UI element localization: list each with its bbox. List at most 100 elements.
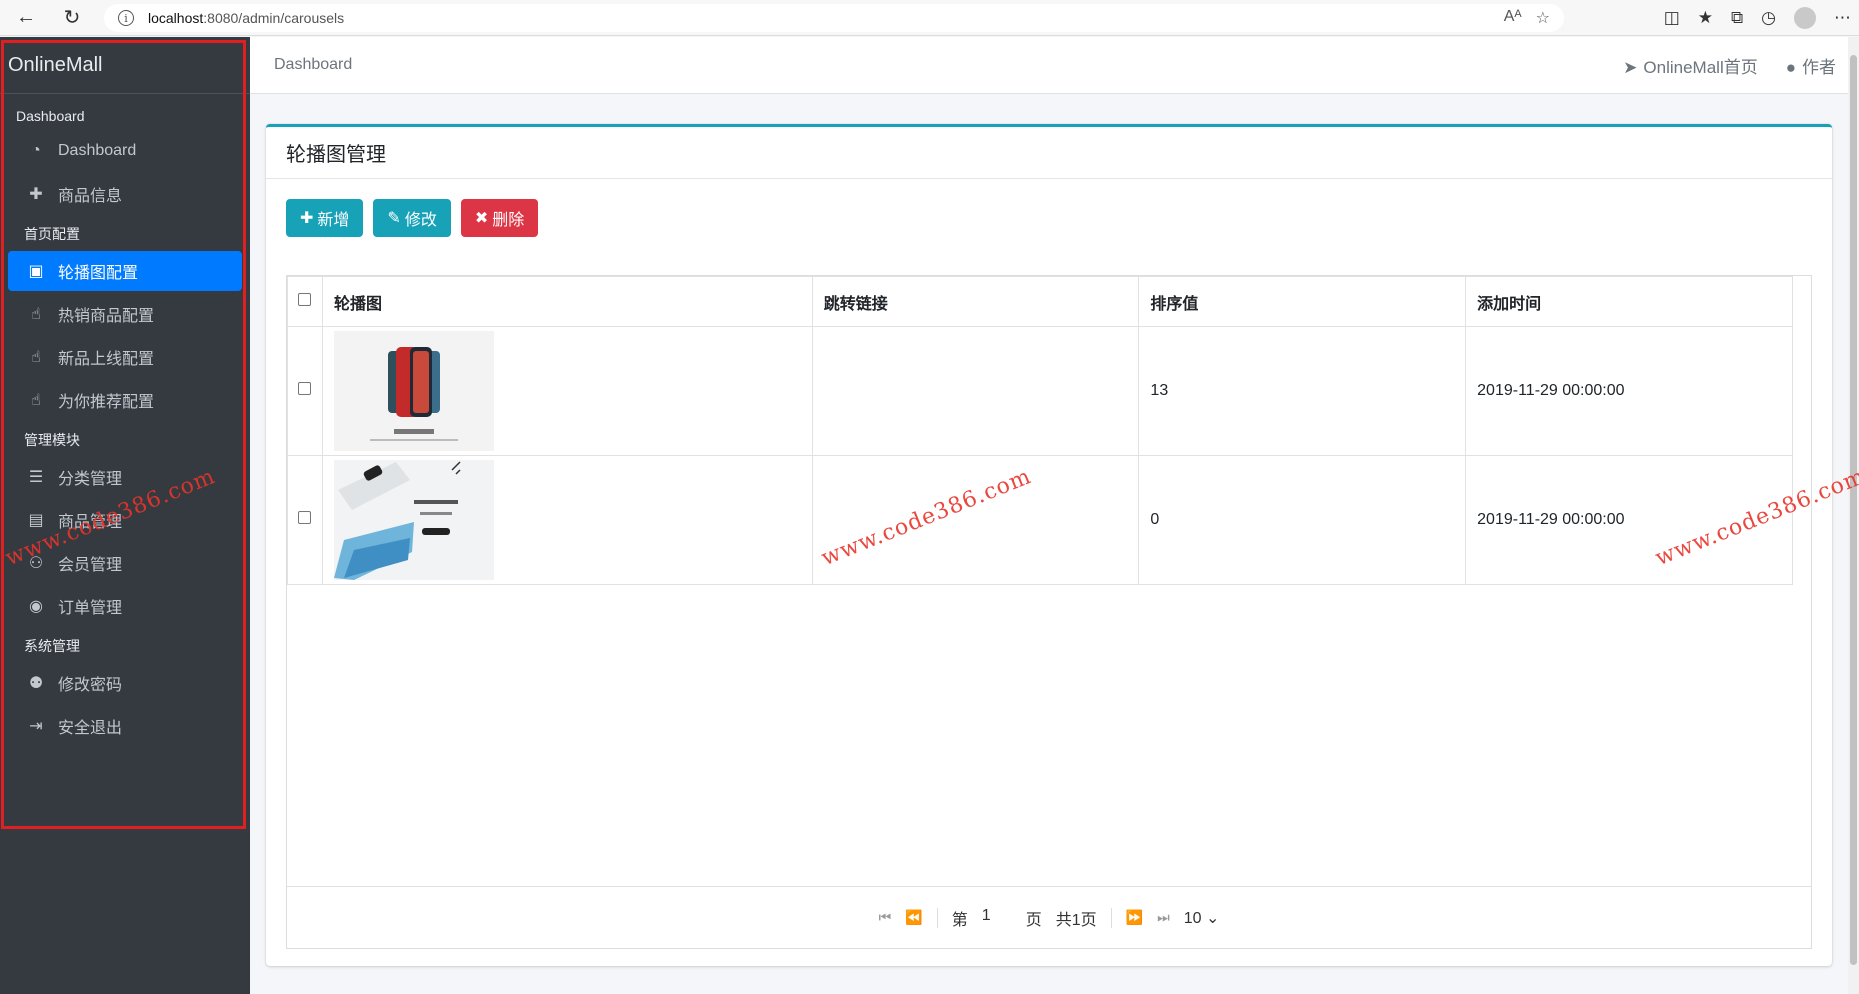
nav-section-header: Dashboard (16, 108, 85, 124)
sidebar-item[interactable]: ☝ 为你推荐配置 (8, 380, 242, 420)
back-arrow-icon[interactable]: ← (8, 0, 44, 36)
carousel-image-cell (321, 326, 813, 456)
edit-button-label: 修改 (404, 212, 437, 229)
sidebar-item[interactable]: ⇥ 安全退出 (8, 706, 242, 746)
sidebar-item-label: 修改密码 (58, 677, 123, 694)
edit-button[interactable]: ✎ 修改 (373, 199, 451, 237)
total-pages: 共1页 (1055, 911, 1097, 929)
delete-button-label: 删除 (492, 212, 525, 229)
paper-plane-icon: ➤ (1623, 57, 1638, 77)
page-size-select[interactable]: 10 ⌄ (1184, 908, 1220, 928)
url-host: localhost (148, 10, 204, 26)
carousel-card: 轮播图管理 ✚ 新增 ✎ 修改 ✖ 删除 轮播图 跳转链接 排序值 添加时间 1… (266, 124, 1832, 966)
address-bar[interactable]: i localhost:8080/admin/carousels Aᴬ ☆ (104, 4, 1564, 32)
sidebar-item-label: Dashboard (58, 142, 137, 159)
next-page-icon[interactable]: ⏩ (1126, 909, 1143, 926)
select-all-checkbox[interactable] (298, 292, 312, 306)
pagination: ⏮ ⏪ 第 1 页 共1页 ⏩ ⏭ 10 ⌄ (287, 886, 1811, 948)
archive-icon: ▤ (28, 512, 44, 529)
chevron-down-icon: ⌄ (1205, 909, 1220, 927)
list-icon: ☰ (28, 469, 44, 486)
sidebar-item[interactable]: ✚ 商品信息 (8, 174, 242, 214)
url-path: :8080/admin/carousels (203, 10, 345, 26)
carousel-table: 轮播图 跳转链接 排序值 添加时间 13 2019-11-29 00:00:00… (287, 276, 1793, 585)
add-button[interactable]: ✚ 新增 (286, 199, 364, 237)
trash-icon: ✖ (474, 210, 489, 227)
column-header-created[interactable]: 添加时间 (1465, 276, 1793, 327)
more-menu-icon[interactable]: ⋯ (1834, 8, 1851, 28)
carousel-image-iphone (333, 331, 494, 451)
link-cell (811, 326, 1140, 456)
sidebar-item[interactable]: ▣ 轮播图配置 (8, 251, 242, 291)
profile-avatar[interactable] (1794, 7, 1816, 29)
page-scrollbar[interactable] (1848, 37, 1859, 994)
home-link[interactable]: ➤ OnlineMall首页 (1623, 53, 1758, 78)
breadcrumb[interactable]: Dashboard (250, 56, 352, 74)
nav-section-header: 系统管理 (24, 638, 80, 654)
column-header-rank[interactable]: 排序值 (1138, 276, 1467, 327)
nav-section-header: 管理模块 (24, 432, 80, 448)
column-header-image[interactable]: 轮播图 (321, 276, 813, 327)
sidebar-item-label: 新品上线配置 (58, 351, 155, 368)
carousel-image-cell (321, 455, 813, 585)
split-screen-icon[interactable]: ◫ (1664, 8, 1680, 28)
add-button-label: 新增 (317, 212, 350, 229)
sidebar-item-label: 商品信息 (58, 188, 123, 205)
page-prefix: 第 (951, 911, 968, 929)
iphone-illustration (333, 331, 494, 451)
link-cell (811, 455, 1140, 585)
last-page-icon[interactable]: ⏭ (1157, 909, 1170, 926)
top-navbar: Dashboard ➤ OnlineMall首页 ● 作者 (250, 37, 1848, 94)
nav-section-header: 首页配置 (24, 226, 80, 242)
hand-pointer-icon: ☝ (31, 306, 41, 323)
carousel-image-huawei (333, 460, 494, 580)
history-icon[interactable]: ◷ (1761, 8, 1776, 28)
select-all-cell (287, 276, 323, 327)
author-link-label: 作者 (1802, 57, 1836, 77)
delete-button[interactable]: ✖ 删除 (460, 199, 539, 237)
sidebar-item[interactable]: ◔ Dashboard (8, 131, 242, 171)
page-number-input[interactable]: 1 (982, 907, 1012, 929)
page-suffix: 页 (1025, 911, 1042, 929)
row-checkbox[interactable] (298, 511, 312, 524)
row-select-cell (287, 326, 323, 456)
sidebar-item[interactable]: ☝ 新品上线配置 (8, 337, 242, 377)
brand-logo[interactable]: OnlineMall (0, 37, 250, 94)
data-grid: 轮播图 跳转链接 排序值 添加时间 13 2019-11-29 00:00:00… (286, 275, 1812, 949)
collections-icon[interactable]: ⧉ (1731, 8, 1743, 28)
scrollbar-thumb[interactable] (1850, 55, 1857, 965)
pager-separator (1110, 907, 1112, 928)
favorites-icon[interactable]: ★ (1698, 8, 1713, 28)
money-bill-icon: ◉ (29, 598, 43, 615)
site-info-icon[interactable]: i (118, 10, 134, 26)
sign-out-icon: ⇥ (29, 718, 43, 735)
topbar-links: ➤ OnlineMall首页 ● 作者 (1623, 53, 1836, 78)
reload-icon[interactable]: ↻ (54, 0, 90, 36)
image-icon: ▣ (28, 263, 44, 280)
read-aloud-icon[interactable]: Aᴬ (1504, 8, 1522, 28)
table-row[interactable]: 0 2019-11-29 00:00:00 (287, 455, 1793, 585)
favorite-star-icon[interactable]: ☆ (1536, 8, 1550, 28)
sidebar-item-label: 为你推荐配置 (58, 394, 155, 411)
sidebar-item[interactable]: ◉ 订单管理 (8, 586, 242, 626)
user-icon: ● (1785, 57, 1796, 77)
browser-actions: ◫ ★ ⧉ ◷ ⋯ (1664, 0, 1851, 36)
row-checkbox[interactable] (298, 382, 312, 395)
sidebar-item[interactable]: ☝ 热销商品配置 (8, 294, 242, 334)
author-link[interactable]: ● 作者 (1786, 53, 1836, 78)
table-row[interactable]: 13 2019-11-29 00:00:00 (287, 326, 1793, 456)
edit-icon: ✎ (387, 210, 401, 227)
rank-cell: 0 (1138, 455, 1467, 585)
tachometer-icon: ◔ (31, 142, 41, 159)
pager-separator (936, 907, 938, 928)
sidebar-item[interactable]: ⚉ 修改密码 (8, 663, 242, 703)
browser-toolbar: ← ↻ i localhost:8080/admin/carousels Aᴬ … (0, 0, 1859, 36)
hand-pointer-icon: ☝ (31, 349, 41, 366)
plus-icon: ✚ (29, 186, 43, 203)
table-header-row: 轮播图 跳转链接 排序值 添加时间 (287, 276, 1793, 327)
column-header-link[interactable]: 跳转链接 (811, 276, 1140, 327)
huawei-illustration (333, 460, 494, 580)
prev-page-icon[interactable]: ⏪ (905, 909, 922, 926)
first-page-icon[interactable]: ⏮ (879, 909, 892, 926)
user-secret-icon: ⚉ (28, 675, 44, 692)
